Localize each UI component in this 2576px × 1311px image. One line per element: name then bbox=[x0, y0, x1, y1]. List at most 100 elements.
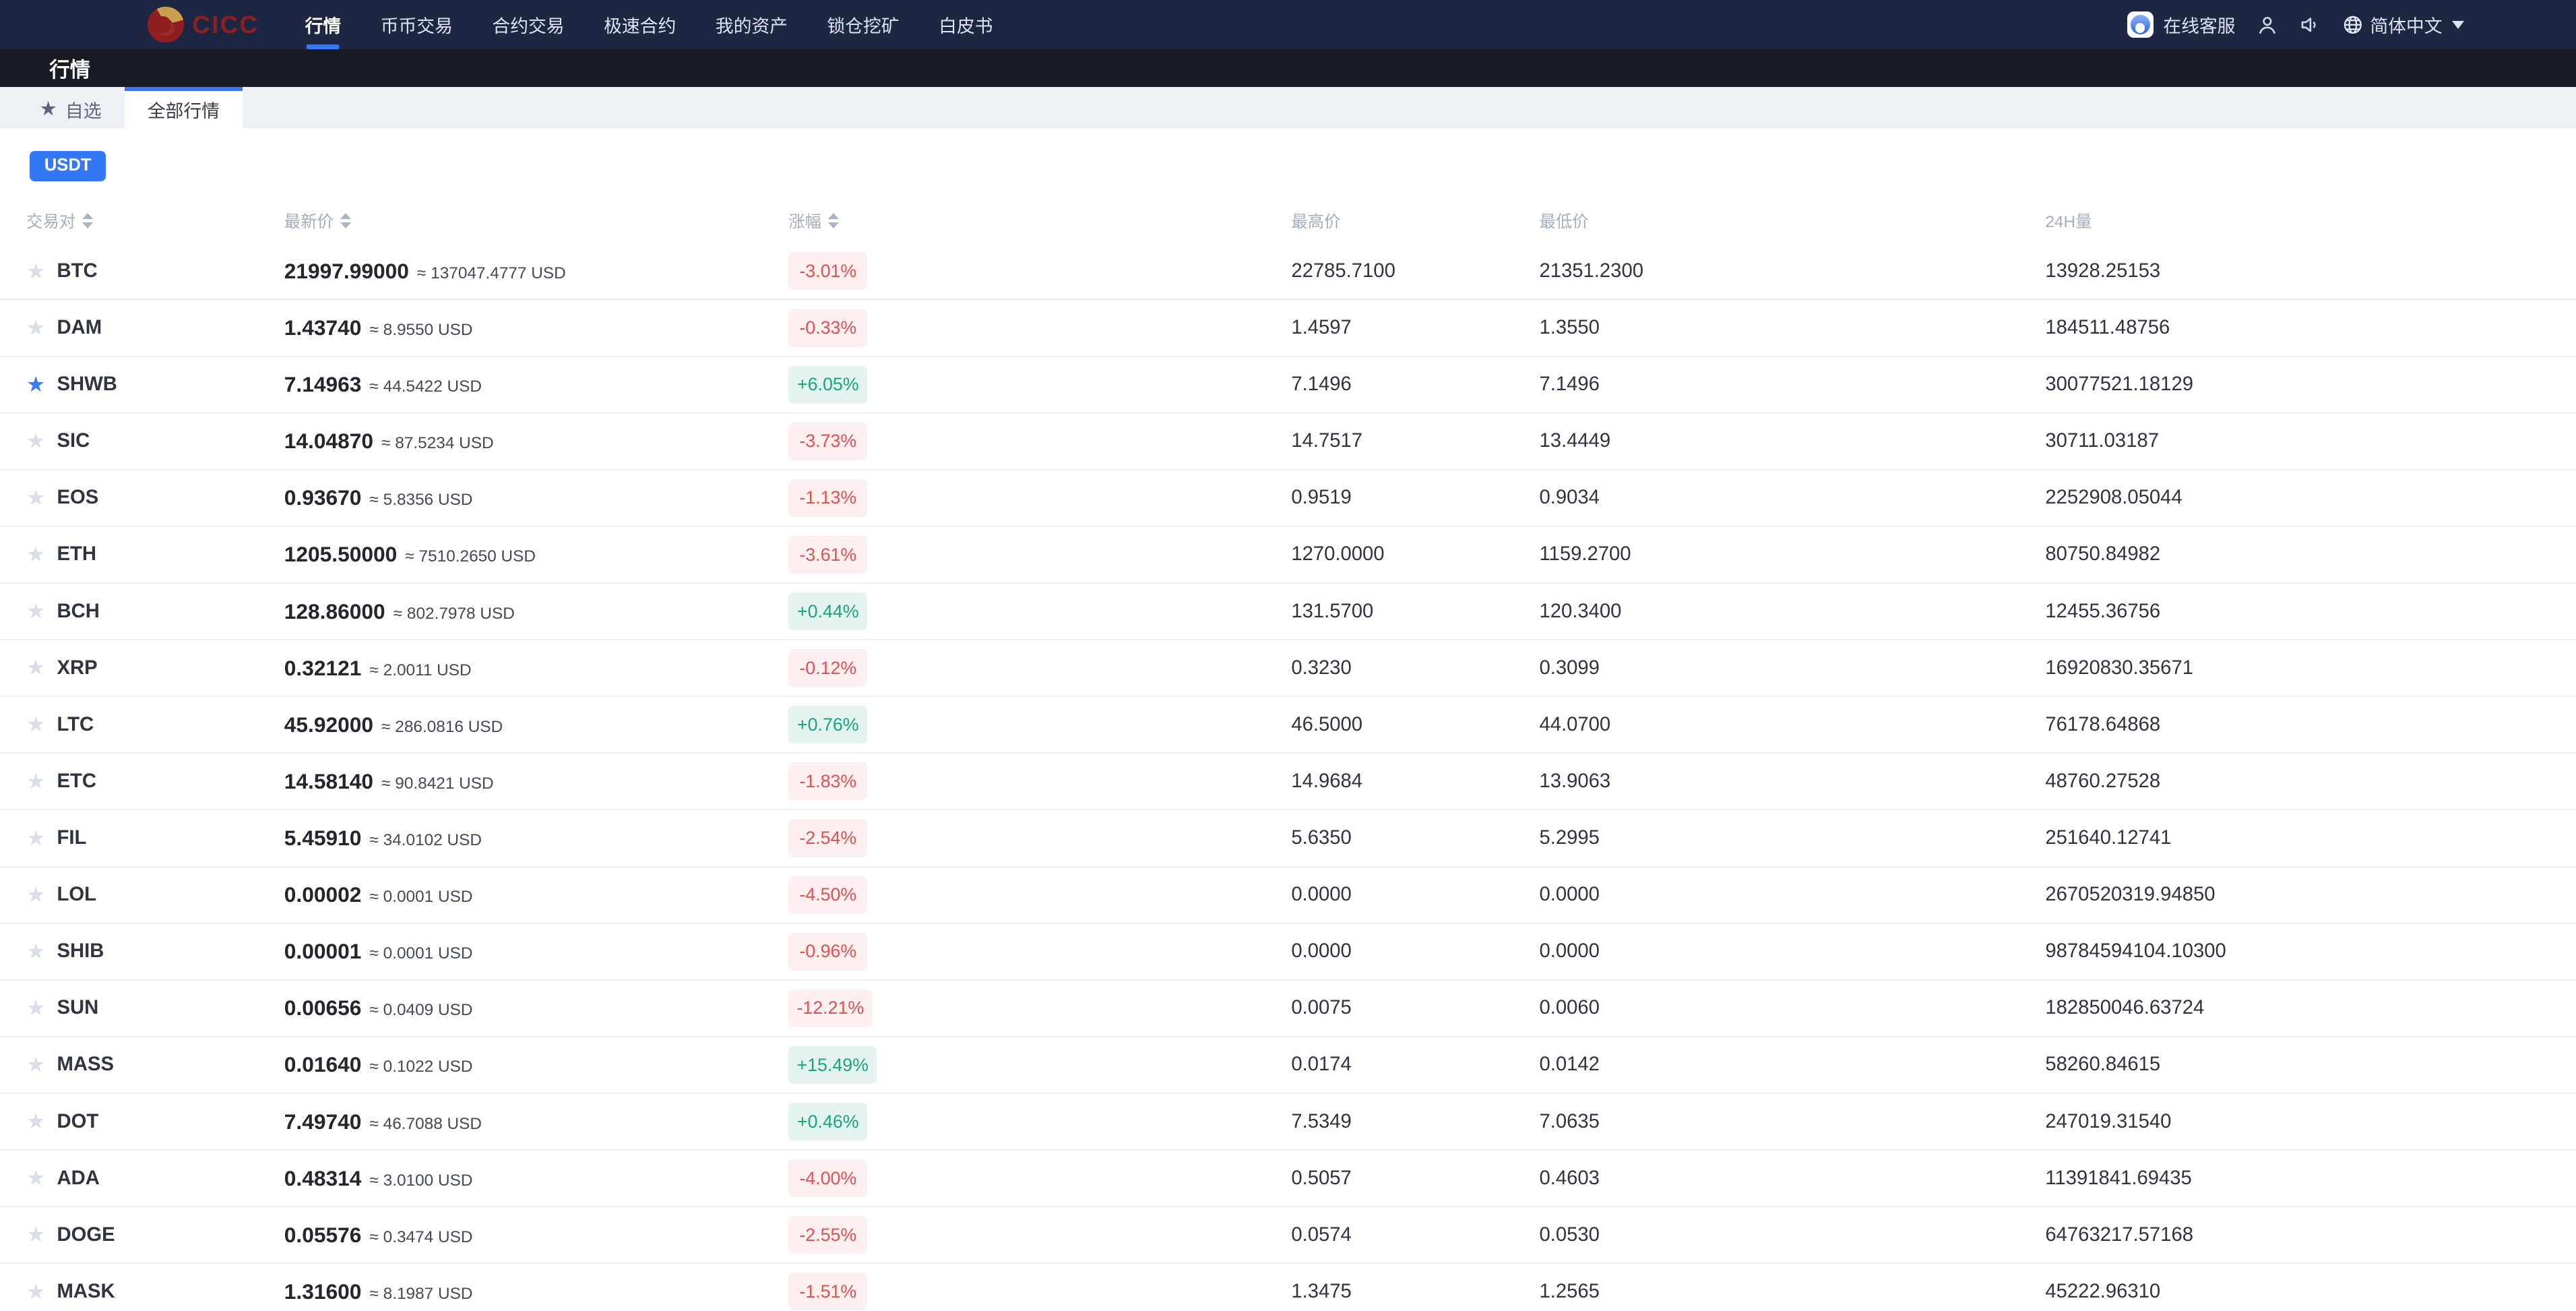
high-price: 1.4597 bbox=[1291, 317, 1352, 339]
change-badge: +0.46% bbox=[788, 1103, 868, 1141]
change-badge: +6.05% bbox=[788, 365, 868, 404]
low-price: 120.3400 bbox=[1539, 600, 1622, 622]
announcement-button[interactable] bbox=[2300, 14, 2321, 36]
favorite-star-icon[interactable]: ★ bbox=[26, 1224, 45, 1246]
column-header[interactable]: 24H量 bbox=[2045, 209, 2550, 233]
pair-symbol: DOT bbox=[57, 1110, 99, 1132]
sort-arrows-icon bbox=[340, 213, 351, 228]
customer-service-avatar-icon bbox=[2127, 11, 2154, 38]
pair-symbol: LTC bbox=[57, 713, 94, 735]
last-price: 0.00002 bbox=[284, 882, 362, 907]
approx-fiat-value: ≈ 286.0816 USD bbox=[381, 717, 503, 736]
pair-symbol: DAM bbox=[57, 317, 102, 339]
market-row[interactable]: ★ DAM 1.43740 ≈ 8.9550 USD -0.33% 1.4597… bbox=[0, 300, 2576, 357]
nav-item-合约交易[interactable]: 合约交易 bbox=[492, 0, 564, 49]
last-price: 5.45910 bbox=[284, 826, 362, 851]
favorite-star-icon[interactable]: ★ bbox=[26, 600, 45, 622]
column-header[interactable]: 涨幅 bbox=[788, 209, 1291, 233]
favorite-star-icon[interactable]: ★ bbox=[26, 997, 45, 1019]
high-price: 0.9519 bbox=[1291, 487, 1352, 509]
pair-symbol: LOL bbox=[57, 884, 96, 906]
change-badge: +0.44% bbox=[788, 592, 868, 631]
market-row[interactable]: ★ BCH 128.86000 ≈ 802.7978 USD +0.44% 13… bbox=[0, 584, 2576, 641]
online-support-button[interactable]: 在线客服 bbox=[2127, 11, 2235, 38]
last-price: 1.43740 bbox=[284, 315, 362, 340]
market-row[interactable]: ★ FIL 5.45910 ≈ 34.0102 USD -2.54% 5.635… bbox=[0, 810, 2576, 867]
market-row[interactable]: ★ LOL 0.00002 ≈ 0.0001 USD -4.50% 0.0000… bbox=[0, 867, 2576, 924]
market-row[interactable]: ★ ETH 1205.50000 ≈ 7510.2650 USD -3.61% … bbox=[0, 527, 2576, 584]
volume-24h: 182850046.63724 bbox=[2045, 997, 2205, 1019]
nav-item-行情[interactable]: 行情 bbox=[305, 0, 341, 50]
favorite-star-icon[interactable]: ★ bbox=[26, 827, 45, 849]
favorite-star-icon[interactable]: ★ bbox=[26, 1054, 45, 1076]
user-account-button[interactable] bbox=[2257, 14, 2278, 36]
pair-symbol: SHIB bbox=[57, 940, 104, 963]
change-cell: +6.05% bbox=[788, 365, 1291, 404]
column-header[interactable]: 最高价 bbox=[1291, 209, 1539, 233]
favorite-star-icon[interactable]: ★ bbox=[26, 1281, 45, 1303]
nav-item-我的资产[interactable]: 我的资产 bbox=[716, 0, 788, 49]
low-price: 13.4449 bbox=[1539, 430, 1611, 452]
favorite-star-icon[interactable]: ★ bbox=[26, 1110, 45, 1132]
column-header[interactable]: 最低价 bbox=[1539, 209, 2045, 233]
globe-icon bbox=[2344, 16, 2362, 34]
tab-favorites[interactable]: ★ 自选 bbox=[16, 87, 124, 128]
market-row[interactable]: ★ LTC 45.92000 ≈ 286.0816 USD +0.76% 46.… bbox=[0, 697, 2576, 754]
favorite-star-icon[interactable]: ★ bbox=[26, 770, 45, 793]
nav-item-锁仓挖矿[interactable]: 锁仓挖矿 bbox=[827, 0, 899, 49]
favorite-star-icon[interactable]: ★ bbox=[26, 373, 45, 396]
market-row[interactable]: ★ MASS 0.01640 ≈ 0.1022 USD +15.49% 0.01… bbox=[0, 1037, 2576, 1095]
favorite-star-icon[interactable]: ★ bbox=[26, 430, 45, 452]
pair-cell: ★ SUN bbox=[26, 997, 284, 1019]
last-price: 0.05576 bbox=[284, 1222, 362, 1247]
column-header-label: 最高价 bbox=[1291, 212, 1341, 231]
pair-cell: ★ FIL bbox=[26, 827, 284, 849]
favorite-star-icon[interactable]: ★ bbox=[26, 714, 45, 735]
market-row[interactable]: ★ DOT 7.49740 ≈ 46.7088 USD +0.46% 7.534… bbox=[0, 1094, 2576, 1151]
market-row[interactable]: ★ EOS 0.93670 ≈ 5.8356 USD -1.13% 0.9519… bbox=[0, 470, 2576, 527]
market-row[interactable]: ★ SIC 14.04870 ≈ 87.5234 USD -3.73% 14.7… bbox=[0, 414, 2576, 470]
market-row[interactable]: ★ MASK 1.31600 ≈ 8.1987 USD -1.51% 1.347… bbox=[0, 1264, 2576, 1311]
high-price: 1.3475 bbox=[1291, 1280, 1352, 1302]
column-header-label: 交易对 bbox=[26, 212, 76, 231]
market-row[interactable]: ★ SHWB 7.14963 ≈ 44.5422 USD +6.05% 7.14… bbox=[0, 357, 2576, 414]
market-row[interactable]: ★ ETC 14.58140 ≈ 90.8421 USD -1.83% 14.9… bbox=[0, 754, 2576, 811]
favorite-star-icon[interactable]: ★ bbox=[26, 657, 45, 679]
favorite-star-icon[interactable]: ★ bbox=[26, 1167, 45, 1189]
market-page: CICC 行情 币币交易 合约交易 极速合约 我的资产 锁仓挖矿 白皮书 在线客… bbox=[0, 0, 2576, 1311]
favorite-star-icon[interactable]: ★ bbox=[26, 317, 45, 339]
column-header[interactable]: 最新价 bbox=[284, 209, 788, 233]
favorite-star-icon[interactable]: ★ bbox=[26, 260, 45, 282]
nav-item-极速合约[interactable]: 极速合约 bbox=[604, 0, 676, 49]
nav-item-label: 合约交易 bbox=[492, 16, 565, 37]
last-price: 14.58140 bbox=[284, 768, 373, 793]
low-price: 0.0530 bbox=[1539, 1223, 1600, 1246]
market-row[interactable]: ★ ADA 0.48314 ≈ 3.0100 USD -4.00% 0.5057… bbox=[0, 1151, 2576, 1208]
favorite-star-icon[interactable]: ★ bbox=[26, 487, 45, 509]
market-row[interactable]: ★ SUN 0.00656 ≈ 0.0409 USD -12.21% 0.007… bbox=[0, 981, 2576, 1037]
market-row[interactable]: ★ BTC 21997.99000 ≈ 137047.4777 USD -3.0… bbox=[0, 243, 2576, 301]
brand[interactable]: CICC bbox=[148, 6, 259, 43]
approx-fiat-value: ≈ 0.1022 USD bbox=[369, 1058, 473, 1076]
nav-item-白皮书[interactable]: 白皮书 bbox=[939, 0, 993, 49]
change-cell: -3.01% bbox=[788, 252, 1291, 291]
market-row[interactable]: ★ DOGE 0.05576 ≈ 0.3474 USD -2.55% 0.057… bbox=[0, 1207, 2576, 1264]
pair-cell: ★ SHIB bbox=[26, 940, 284, 963]
change-badge: -12.21% bbox=[788, 989, 873, 1027]
favorite-star-icon[interactable]: ★ bbox=[26, 543, 45, 566]
favorite-star-icon[interactable]: ★ bbox=[26, 884, 45, 906]
favorite-star-icon[interactable]: ★ bbox=[26, 940, 45, 963]
change-badge: -2.55% bbox=[788, 1216, 868, 1254]
tab-all-markets[interactable]: 全部行情 bbox=[124, 87, 243, 129]
approx-fiat-value: ≈ 137047.4777 USD bbox=[417, 264, 566, 282]
low-price: 0.0060 bbox=[1539, 997, 1600, 1019]
language-selector[interactable]: 简体中文 bbox=[2342, 11, 2465, 38]
usdt-filter-button[interactable]: USDT bbox=[29, 150, 106, 181]
market-row[interactable]: ★ XRP 0.32121 ≈ 2.0011 USD -0.12% 0.3230… bbox=[0, 640, 2576, 698]
pair-cell: ★ LOL bbox=[26, 884, 284, 906]
brand-logo-icon bbox=[148, 6, 185, 43]
high-price: 7.1496 bbox=[1291, 373, 1352, 396]
nav-item-币币交易[interactable]: 币币交易 bbox=[381, 0, 453, 49]
market-row[interactable]: ★ SHIB 0.00001 ≈ 0.0001 USD -0.96% 0.000… bbox=[0, 924, 2576, 981]
column-header[interactable]: 交易对 bbox=[26, 209, 284, 233]
